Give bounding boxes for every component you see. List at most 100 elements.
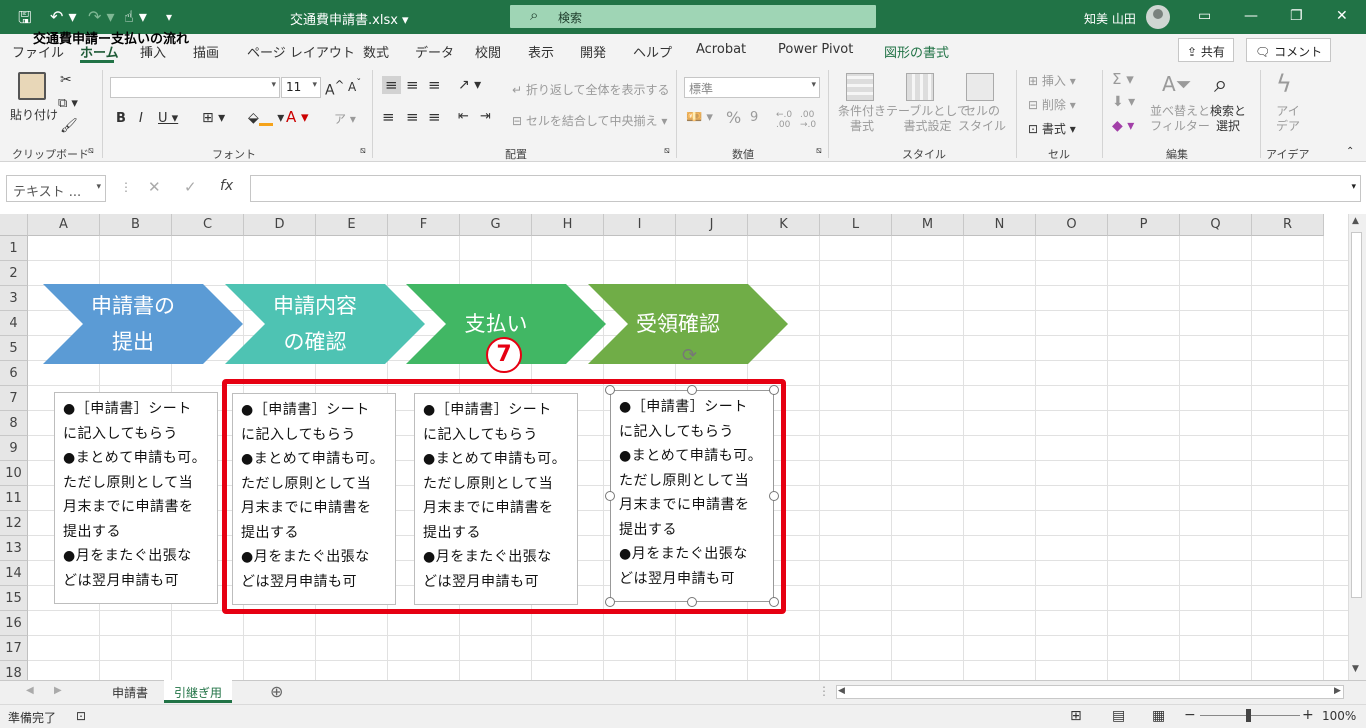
format-painter-icon[interactable]: 🖌 (60, 118, 78, 134)
ideas-icon[interactable]: ϟ (1276, 70, 1292, 98)
rotate-handle-icon[interactable]: ⟳ (682, 345, 697, 366)
tab-acrobat[interactable]: Acrobat (696, 42, 746, 57)
font-name-combo[interactable]: ▾ (110, 77, 280, 98)
zoom-in-icon[interactable]: + (1302, 707, 1314, 723)
tab-view[interactable]: 表示 (528, 42, 554, 61)
confirm-entry-icon[interactable]: ✓ (184, 178, 197, 196)
avatar[interactable] (1146, 5, 1170, 29)
font-launcher-icon[interactable]: ⧅ (360, 146, 366, 156)
align-center-icon[interactable]: ≡ (406, 108, 419, 126)
decrease-decimal-icon[interactable]: .00 →.0 (800, 110, 816, 130)
column-header[interactable]: A (28, 214, 100, 236)
touch-mode-icon[interactable]: ☝ ▾ (124, 7, 147, 26)
cell-a1[interactable]: 交通費申請ー支払いの流れ (33, 28, 189, 47)
row-header[interactable]: 14 (0, 561, 28, 586)
column-header[interactable]: J (676, 214, 748, 236)
row-header[interactable]: 5 (0, 336, 28, 361)
fill-color-icon[interactable]: ⬙ ▾ (248, 110, 284, 126)
shrink-font-icon[interactable]: Aˇ (348, 78, 361, 94)
alignment-launcher-icon[interactable]: ⧅ (664, 146, 670, 156)
phonetic-icon[interactable]: ア ▾ (334, 110, 356, 127)
cell-styles-button[interactable]: セルの スタイル (958, 104, 1006, 134)
decrease-indent-icon[interactable]: ⇤ (458, 109, 469, 124)
row-header[interactable]: 2 (0, 261, 28, 286)
column-header[interactable]: R (1252, 214, 1324, 236)
collapse-ribbon-icon[interactable]: ⌃ (1346, 146, 1354, 157)
font-color-icon[interactable]: A ▾ (286, 108, 309, 126)
wrap-text-button[interactable]: ↵ 折り返して全体を表示する (512, 81, 670, 98)
customize-qat-icon[interactable]: ▾ (166, 10, 172, 24)
underline-icon[interactable]: U ▾ (158, 111, 178, 126)
number-launcher-icon[interactable]: ⧅ (816, 146, 822, 156)
column-header[interactable]: M (892, 214, 964, 236)
tab-power-pivot[interactable]: Power Pivot (778, 42, 853, 57)
tab-data[interactable]: データ (415, 42, 454, 61)
column-header[interactable]: K (748, 214, 820, 236)
align-bottom-icon[interactable]: ≡ (428, 76, 441, 94)
row-header[interactable]: 4 (0, 311, 28, 336)
zoom-slider-thumb[interactable] (1246, 709, 1251, 722)
column-header[interactable]: Q (1180, 214, 1252, 236)
zoom-level[interactable]: 100% (1322, 709, 1356, 723)
column-header[interactable]: B (100, 214, 172, 236)
sort-filter-button[interactable]: 並べ替えと フィルター (1150, 104, 1210, 134)
column-header[interactable]: P (1108, 214, 1180, 236)
align-top-icon[interactable]: ≡ (382, 76, 401, 94)
row-header[interactable]: 6 (0, 361, 28, 386)
autosum-icon[interactable]: Σ ▾ (1112, 70, 1134, 88)
column-header[interactable]: E (316, 214, 388, 236)
normal-view-icon[interactable]: ⊞ (1070, 708, 1082, 724)
fill-icon[interactable]: ⬇ ▾ (1112, 94, 1135, 110)
comma-style-icon[interactable]: 9 (750, 110, 758, 125)
column-header[interactable]: I (604, 214, 676, 236)
border-icon[interactable]: ⊞ ▾ (202, 110, 225, 126)
increase-indent-icon[interactable]: ⇥ (480, 109, 491, 124)
copy-icon[interactable]: ⧉ ▾ (58, 96, 78, 111)
column-header[interactable]: C (172, 214, 244, 236)
process-arrow-submit[interactable]: 申請書の 提出 (43, 284, 243, 364)
row-header[interactable]: 10 (0, 461, 28, 486)
cell-styles-icon[interactable] (966, 73, 994, 101)
tab-formulas[interactable]: 数式 (363, 42, 389, 61)
column-header[interactable]: L (820, 214, 892, 236)
row-header[interactable]: 16 (0, 611, 28, 636)
clipboard-launcher-icon[interactable]: ⧅ (88, 146, 94, 156)
format-as-table-icon[interactable] (906, 73, 934, 101)
currency-icon[interactable]: 💴 ▾ (686, 110, 713, 125)
increase-decimal-icon[interactable]: ←.0.00 (776, 110, 792, 130)
row-header[interactable]: 7 (0, 386, 28, 411)
sheet-tab-handover[interactable]: 引継ぎ用 (164, 680, 233, 703)
undo-icon[interactable]: ↶ ▾ (50, 7, 77, 26)
align-middle-icon[interactable]: ≡ (406, 76, 419, 94)
column-header[interactable]: D (244, 214, 316, 236)
row-header[interactable]: 18 (0, 661, 28, 680)
align-left-icon[interactable]: ≡ (382, 108, 395, 126)
tab-shape-format[interactable]: 図形の書式 (884, 42, 949, 61)
scroll-left-icon[interactable]: ◀ (838, 686, 845, 696)
textbox-1[interactable]: ●［申請書］シート に記入してもらう ●まとめて申請も可。 ただし原則として当 … (54, 392, 218, 604)
save-icon[interactable]: 🖫 (18, 7, 32, 34)
row-header[interactable]: 17 (0, 636, 28, 661)
column-header[interactable]: H (532, 214, 604, 236)
comment-button[interactable]: 🗨 コメント (1246, 38, 1332, 62)
find-icon[interactable]: ⌕ (1214, 70, 1227, 98)
italic-icon[interactable]: I (139, 111, 143, 126)
user-name[interactable]: 知美 山田 (1084, 10, 1136, 27)
row-header[interactable]: 9 (0, 436, 28, 461)
next-sheet-icon[interactable]: ▶ (54, 685, 62, 696)
tab-help[interactable]: ヘルプ (633, 42, 672, 61)
insert-function-icon[interactable]: fx (220, 178, 233, 194)
conditional-format-button[interactable]: 条件付き 書式 (838, 104, 886, 134)
number-format-combo[interactable]: 標準 ▾ (684, 77, 820, 98)
search-box[interactable]: ⌕ 検索 (510, 5, 876, 28)
bold-icon[interactable]: B (116, 111, 126, 126)
row-header[interactable]: 13 (0, 536, 28, 561)
cancel-entry-icon[interactable]: ✕ (148, 178, 161, 196)
tab-developer[interactable]: 開発 (580, 42, 606, 61)
ribbon-display-icon[interactable]: ▭ (1198, 8, 1211, 24)
delete-cells-button[interactable]: ⊟ 削除 ▾ (1028, 96, 1076, 113)
row-header[interactable]: 8 (0, 411, 28, 436)
row-header[interactable]: 3 (0, 286, 28, 311)
sort-filter-icon[interactable]: A⏷ (1162, 72, 1192, 96)
format-cells-button[interactable]: ⊡ 書式 ▾ (1028, 120, 1076, 137)
